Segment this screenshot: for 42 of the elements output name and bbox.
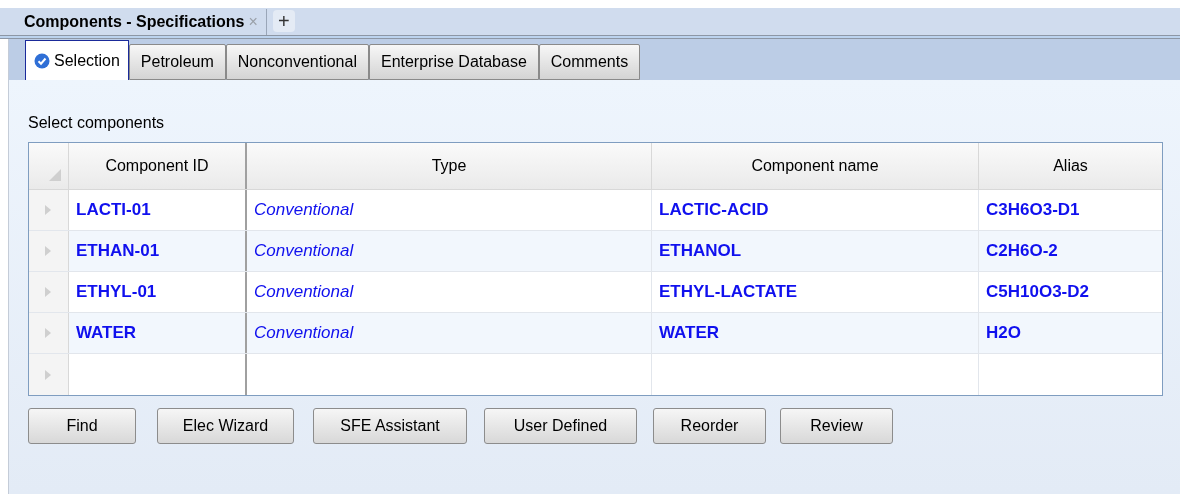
row-header[interactable] (29, 313, 69, 353)
tab[interactable]: Enterprise Database (368, 44, 539, 80)
tab[interactable]: Comments (538, 44, 641, 80)
action-button[interactable]: SFE Assistant (313, 408, 467, 444)
row-header[interactable] (29, 272, 69, 312)
tab[interactable]: Nonconventional (225, 44, 369, 80)
document-title: Components - Specifications (24, 12, 245, 32)
action-button[interactable]: Reorder (653, 408, 766, 444)
action-button[interactable]: Review (780, 408, 893, 444)
tab[interactable]: Petroleum (128, 44, 226, 80)
table-cell: ETHYL-LACTATE (652, 272, 979, 312)
column-header[interactable]: Alias (979, 143, 1162, 189)
row-header[interactable] (29, 354, 69, 395)
check-icon (34, 52, 50, 69)
row-pointer-icon (45, 205, 51, 215)
row-pointer-icon (45, 369, 51, 380)
row-pointer-icon (45, 246, 51, 256)
table-cell: Conventional (247, 313, 652, 353)
add-tab-button[interactable]: + (272, 10, 295, 32)
table-cell: WATER (652, 313, 979, 353)
table-cell: ETHANOL (652, 231, 979, 271)
table-cell-text: C5H10O3-D2 (985, 281, 1090, 304)
section-label: Select components (28, 113, 166, 131)
table-cell: Conventional (247, 231, 652, 271)
row-header[interactable] (29, 231, 69, 271)
row-header[interactable] (29, 190, 69, 230)
action-button[interactable]: User Defined (484, 408, 637, 444)
row-pointer-icon (45, 328, 51, 338)
column-header[interactable]: Type (247, 143, 652, 189)
table-cell-text: C2H6O-2 (985, 240, 1059, 263)
table-cell: Conventional (247, 272, 652, 312)
column-header[interactable]: Component name (652, 143, 979, 189)
select-all-icon[interactable] (49, 169, 61, 181)
row-pointer-icon (45, 287, 51, 297)
table-cell: Conventional (247, 190, 652, 230)
action-button[interactable]: Find (28, 408, 136, 444)
action-button[interactable]: Elec Wizard (157, 408, 294, 444)
table-cell: LACTIC-ACID (652, 190, 979, 230)
table-cell-text: H2O (985, 322, 1022, 345)
tab[interactable]: Selection (25, 40, 129, 80)
table-cell-text: C3H6O3-D1 (985, 199, 1081, 222)
document-tab[interactable]: Components - Specifications × (24, 9, 267, 35)
